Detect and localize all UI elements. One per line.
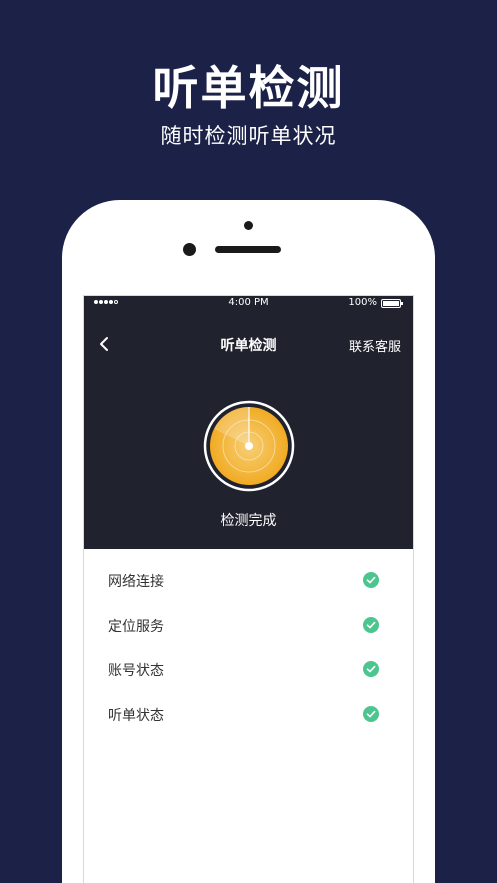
check-icon [363,661,379,677]
check-label: 听单状态 [108,707,164,724]
check-row-network: 网络连接 [84,557,413,602]
contact-service-link[interactable]: 联系客服 [349,336,401,355]
check-icon [363,705,379,722]
check-row-order-listening: 听单状态 [84,691,413,736]
promo-title: 听单检测 [152,61,345,115]
radar-status: 检测完成 [220,513,277,529]
phone-camera [244,221,253,230]
phone-sensor [183,243,196,256]
battery-icon [381,299,403,308]
check-label: 定位服务 [108,618,164,635]
phone-frame: 4:00 PM 100% 听单检测 联系客服 检测完成 网络连接 定位服务 账号… [62,200,435,883]
check-icon [363,616,379,633]
promo-subtitle: 随时检测听单状况 [160,124,337,148]
status-bar: 4:00 PM 100% [84,296,413,312]
app-header: 4:00 PM 100% 听单检测 联系客服 检测完成 [84,296,413,549]
phone-screen: 4:00 PM 100% 听单检测 联系客服 检测完成 网络连接 定位服务 账号… [83,295,414,883]
check-label: 账号状态 [108,663,164,679]
check-row-location: 定位服务 [84,602,413,647]
check-row-account: 账号状态 [84,646,413,691]
radar-icon [203,400,295,492]
check-icon [363,572,379,588]
check-list: 网络连接 定位服务 账号状态 听单状态 [84,549,413,735]
battery-percent: 100% [348,297,377,308]
phone-speaker [215,246,281,253]
check-label: 网络连接 [108,574,164,590]
